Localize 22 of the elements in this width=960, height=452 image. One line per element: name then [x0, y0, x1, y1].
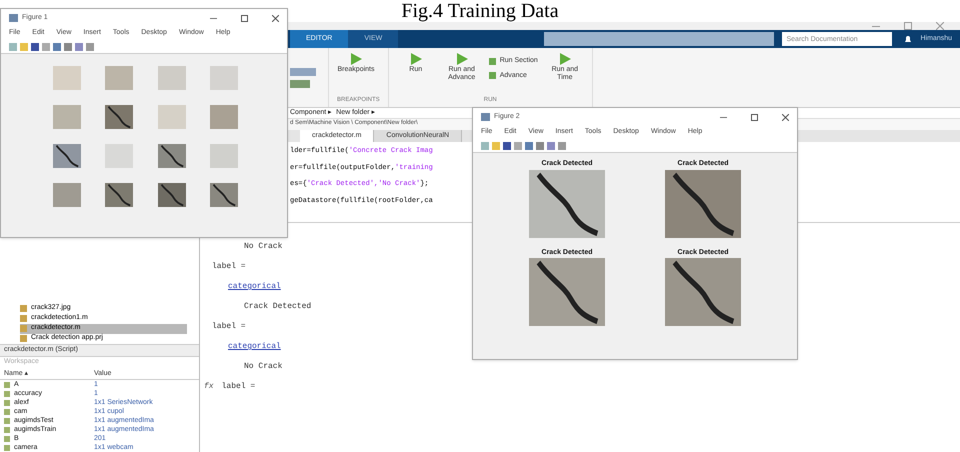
command-output: categorical [228, 341, 281, 353]
command-output: label = [212, 321, 246, 333]
bell-icon[interactable] [904, 34, 912, 44]
figure-caption: Fig.4 Training Data [401, 0, 559, 22]
maximize-icon[interactable] [751, 114, 758, 120]
minimize-icon[interactable] [720, 116, 727, 118]
close-icon[interactable] [782, 114, 789, 120]
figure-icon [9, 14, 18, 22]
run-icon [408, 52, 423, 66]
command-prompt[interactable]: label = [222, 381, 256, 393]
run-icon [454, 52, 469, 66]
command-output: No Crack [244, 361, 282, 373]
command-output: categorical [228, 281, 281, 293]
function-prompt-icon: fx [204, 381, 214, 393]
close-icon[interactable] [272, 14, 279, 22]
command-output: No Crack [244, 241, 282, 253]
command-output: Crack Detected [244, 301, 312, 313]
run-icon [349, 52, 363, 66]
maximize-icon[interactable] [241, 14, 248, 22]
command-output: label = [212, 261, 246, 273]
figure-icon [481, 113, 490, 121]
run-icon [558, 52, 572, 66]
